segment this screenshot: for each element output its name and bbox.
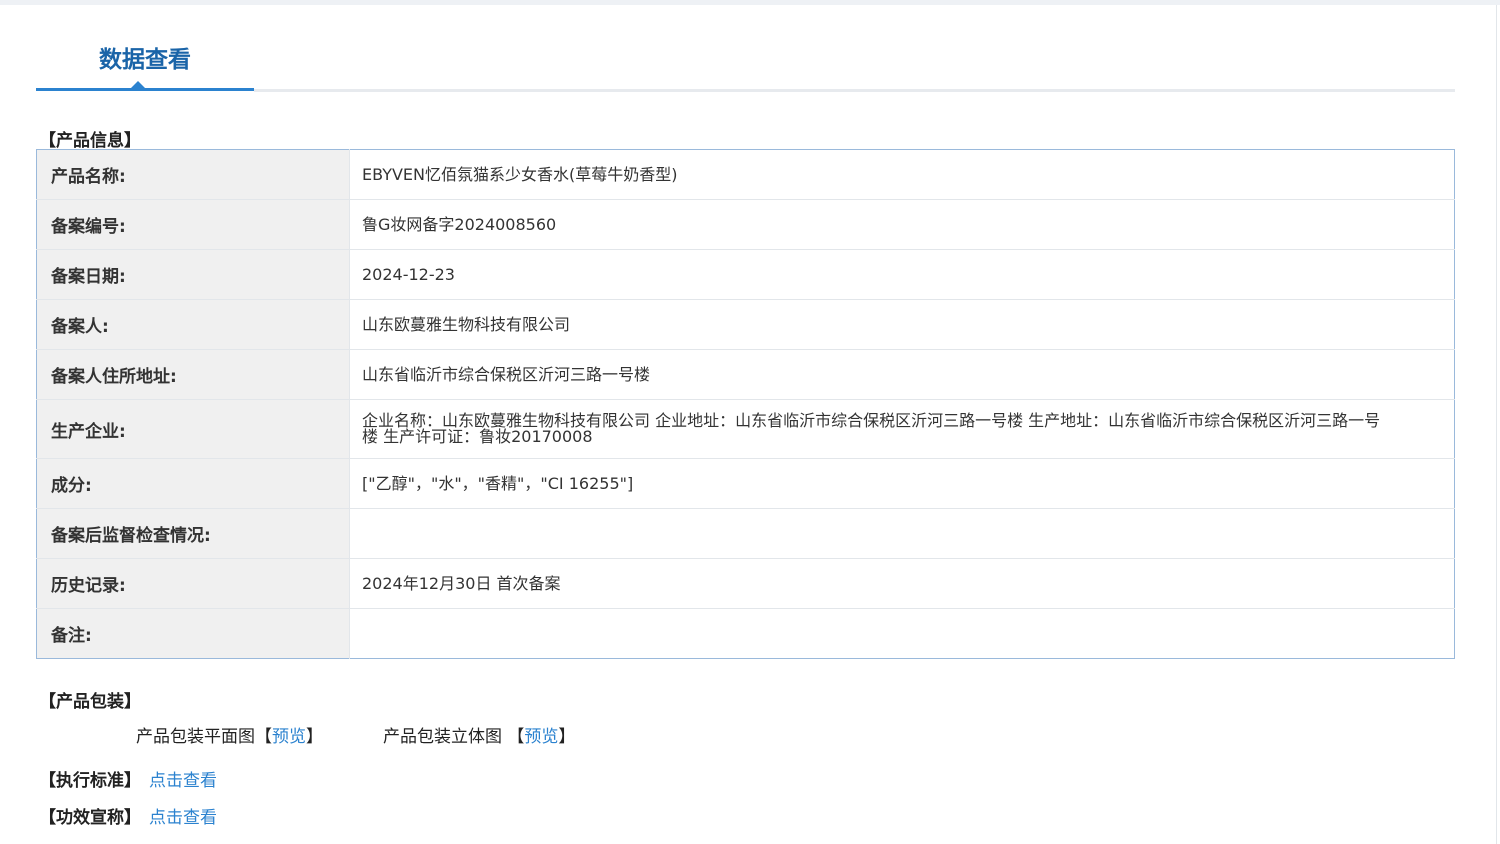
packaging-3d-item: 产品包装立体图 【预览】 bbox=[383, 722, 575, 747]
product-info-title: 【产品信息】 bbox=[39, 131, 141, 151]
table-row: 成分: ["乙醇"，"水"，"香精"，"CI 16255"] bbox=[36, 458, 1455, 509]
tab-caret-icon bbox=[130, 81, 146, 89]
row-value: 企业名称：山东欧蔓雅生物科技有限公司 企业地址：山东省临沂市综合保税区沂河三路一… bbox=[349, 399, 1455, 459]
row-label: 备案后监督检查情况: bbox=[36, 508, 350, 559]
table-row: 备注: bbox=[36, 608, 1455, 659]
row-value bbox=[349, 508, 1455, 559]
tab-bar: 数据查看 bbox=[36, 30, 1455, 94]
packaging-3d-preview-link[interactable]: 预览 bbox=[524, 727, 558, 747]
packaging-flat-preview-link[interactable]: 预览 bbox=[272, 727, 306, 747]
exec-standard-label: 【执行标准】 bbox=[39, 771, 141, 791]
packaging-row: 产品包装平面图【预览】 产品包装立体图 【预览】 bbox=[136, 722, 575, 747]
row-label: 备案编号: bbox=[36, 199, 350, 250]
exec-standard-link[interactable]: 点击查看 bbox=[149, 771, 217, 791]
efficacy-claim-row: 【功效宣称】 点击查看 bbox=[39, 803, 217, 828]
row-label: 备案日期: bbox=[36, 249, 350, 300]
efficacy-claim-link[interactable]: 点击查看 bbox=[149, 808, 217, 828]
right-divider bbox=[1496, 5, 1497, 844]
row-value: 山东欧蔓雅生物科技有限公司 bbox=[349, 299, 1455, 350]
table-row: 备案后监督检查情况: bbox=[36, 508, 1455, 559]
row-label: 备案人: bbox=[36, 299, 350, 350]
exec-standard-row: 【执行标准】 点击查看 bbox=[39, 766, 217, 791]
bracket-close: 】 bbox=[558, 727, 576, 747]
packaging-3d-label: 产品包装立体图 bbox=[383, 727, 502, 747]
tab-bar-line bbox=[254, 89, 1455, 92]
row-label: 成分: bbox=[36, 458, 350, 509]
tab-data-view-label: 数据查看 bbox=[99, 47, 191, 73]
table-row: 备案人住所地址: 山东省临沂市综合保税区沂河三路一号楼 bbox=[36, 349, 1455, 400]
row-label: 生产企业: bbox=[36, 399, 350, 459]
table-row: 备案日期: 2024-12-23 bbox=[36, 249, 1455, 300]
bracket-open: 【 bbox=[502, 727, 525, 747]
row-label: 备案人住所地址: bbox=[36, 349, 350, 400]
table-row: 备案编号: 鲁G妆网备字2024008560 bbox=[36, 199, 1455, 250]
bracket-close: 】 bbox=[306, 727, 323, 747]
packaging-title: 【产品包装】 bbox=[39, 692, 141, 712]
row-value bbox=[350, 609, 1455, 659]
efficacy-claim-label: 【功效宣称】 bbox=[39, 808, 141, 828]
row-label: 备注: bbox=[36, 608, 350, 659]
row-value: EBYVEN忆佰氛猫系少女香水(草莓牛奶香型) bbox=[349, 149, 1455, 200]
table-row: 历史记录: 2024年12月30日 首次备案 bbox=[36, 558, 1455, 609]
top-bar bbox=[0, 0, 1500, 5]
packaging-flat-label: 产品包装平面图 bbox=[136, 727, 255, 747]
packaging-flat-item: 产品包装平面图【预览】 bbox=[136, 722, 323, 747]
bracket-open: 【 bbox=[255, 727, 272, 747]
row-value: 2024-12-23 bbox=[349, 249, 1455, 300]
table-row: 备案人: 山东欧蔓雅生物科技有限公司 bbox=[36, 299, 1455, 350]
row-value: 山东省临沂市综合保税区沂河三路一号楼 bbox=[349, 349, 1455, 400]
product-info-table: 产品名称: EBYVEN忆佰氛猫系少女香水(草莓牛奶香型) 备案编号: 鲁G妆网… bbox=[36, 149, 1455, 659]
table-row: 生产企业: 企业名称：山东欧蔓雅生物科技有限公司 企业地址：山东省临沂市综合保税… bbox=[36, 399, 1455, 459]
row-value: 鲁G妆网备字2024008560 bbox=[349, 199, 1455, 250]
row-value: 2024年12月30日 首次备案 bbox=[349, 558, 1455, 609]
row-label: 产品名称: bbox=[36, 149, 350, 200]
row-value: ["乙醇"，"水"，"香精"，"CI 16255"] bbox=[349, 458, 1455, 509]
table-row: 产品名称: EBYVEN忆佰氛猫系少女香水(草莓牛奶香型) bbox=[36, 149, 1455, 200]
row-label: 历史记录: bbox=[36, 558, 350, 609]
